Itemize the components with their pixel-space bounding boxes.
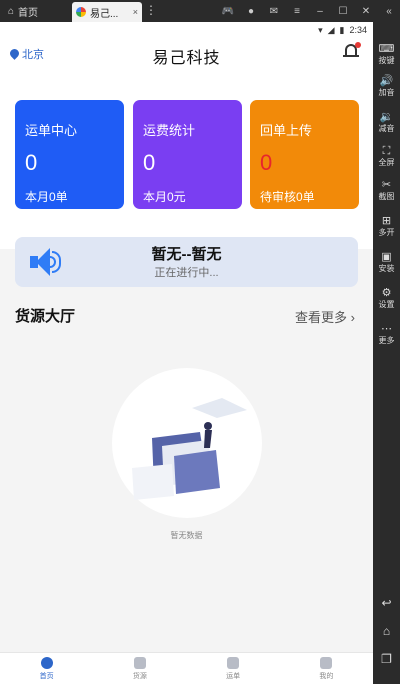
- sidebar-button-volume-down[interactable]: 🔉 减音: [373, 110, 400, 134]
- empty-state-text: 暂无数据: [170, 531, 203, 540]
- maximize-icon[interactable]: ☐: [336, 6, 350, 17]
- sidebar-label: 全屏: [378, 158, 395, 167]
- card-value: 0: [25, 150, 38, 175]
- scissors-icon: ✂: [381, 179, 392, 191]
- signal-icon: ◢: [327, 24, 335, 35]
- emulator-window-controls: 🎮 ● ✉ ≡ – ☐ ✕ «: [221, 0, 396, 22]
- recents-icon[interactable]: ❐: [373, 652, 400, 666]
- view-more-link[interactable]: 查看更多 ›: [295, 307, 355, 326]
- tab-label: 首页: [39, 673, 54, 680]
- announcement-subtitle: 正在进行中...: [154, 267, 219, 279]
- card-subtitle: 待审核0单: [260, 190, 315, 204]
- app-header: 北京 易己科技: [0, 38, 373, 80]
- close-tab-icon[interactable]: ×: [133, 7, 138, 17]
- profile-tab-icon: [320, 657, 333, 669]
- sidebar-label: 截图: [378, 192, 395, 201]
- phone-screen: ▾ ◢ ▮ 2:34 北京 易己科技 运单中心 0 本月0单 运费统计 0 本月…: [0, 22, 373, 684]
- more-icon: ⋯: [381, 323, 392, 335]
- card-title: 运单中心: [25, 123, 78, 138]
- sidebar-button-settings[interactable]: ⚙ 设置: [373, 286, 400, 310]
- card-title: 回单上传: [260, 123, 313, 138]
- sidebar-button-volume-up[interactable]: 🔊 加音: [373, 74, 400, 98]
- tab-home[interactable]: 首页: [0, 653, 93, 684]
- stats-area: 运单中心 0 本月0单 运费统计 0 本月0元 回单上传 0 待审核0单: [0, 80, 373, 249]
- menu-icon[interactable]: ≡: [290, 6, 304, 17]
- cargo-tab-icon: [133, 657, 146, 669]
- volume-down-icon: 🔉: [379, 111, 394, 123]
- card-subtitle: 本月0单: [25, 190, 68, 204]
- card-subtitle: 本月0元: [143, 190, 186, 204]
- sidebar-button-fullscreen[interactable]: ⛶ 全屏: [373, 144, 400, 168]
- home-nav-icon[interactable]: ⌂: [373, 624, 400, 638]
- view-more-label: 查看更多: [295, 310, 348, 325]
- card-value: 0: [143, 150, 156, 175]
- home-icon: ⌂: [8, 5, 15, 17]
- multi-open-icon: ⊞: [381, 215, 392, 227]
- minimize-icon[interactable]: –: [313, 6, 327, 17]
- page-title: 易己科技: [152, 50, 221, 67]
- notification-badge: [355, 42, 361, 48]
- back-icon[interactable]: ↩: [373, 596, 400, 610]
- keyboard-icon: ⌨: [378, 43, 395, 55]
- emulator-app-tab[interactable]: 易己... ×: [72, 2, 142, 22]
- tab-label: 我的: [319, 673, 334, 680]
- account-icon[interactable]: ●: [244, 6, 258, 17]
- announcement-bar[interactable]: 暂无--暂无 正在进行中...: [15, 237, 358, 287]
- sidebar-label: 设置: [378, 300, 395, 309]
- collapse-sidebar-icon[interactable]: «: [382, 6, 396, 17]
- apk-install-icon: ▣: [381, 251, 392, 263]
- home-tab-icon: [40, 657, 53, 669]
- tab-label: 运单: [226, 673, 241, 680]
- wifi-icon: ▾: [318, 24, 323, 35]
- sidebar-label: 按键: [378, 56, 395, 65]
- kebab-menu-icon[interactable]: ⋮: [145, 3, 157, 17]
- sidebar-button-scissors[interactable]: ✂ 截图: [373, 178, 400, 202]
- card-value: 0: [260, 150, 273, 175]
- sidebar-label: 加音: [378, 88, 395, 97]
- emulator-home-button[interactable]: ⌂ 首页: [0, 0, 46, 22]
- emulator-home-label: 首页: [18, 7, 39, 19]
- chevron-right-icon: ›: [350, 310, 355, 325]
- app-tab-icon: [76, 7, 86, 17]
- section-title: 货源大厅: [15, 308, 76, 325]
- status-time: 2:34: [349, 25, 367, 35]
- sidebar-label: 更多: [378, 336, 395, 345]
- card-freight-stats[interactable]: 运费统计 0 本月0元: [133, 100, 242, 209]
- settings-icon: ⚙: [381, 287, 392, 299]
- emulator-titlebar: ⌂ 首页 易己... × ⋮ 🎮 ● ✉ ≡ – ☐ ✕ «: [0, 0, 400, 22]
- emulator-tab-label: 易己...: [90, 8, 119, 20]
- announcement-title: 暂无--暂无: [151, 246, 222, 263]
- sidebar-button-multi-open[interactable]: ⊞ 多开: [373, 214, 400, 238]
- waybill-tab-icon: [227, 657, 240, 669]
- fullscreen-icon: ⛶: [382, 145, 391, 157]
- notification-bell-icon[interactable]: [343, 42, 361, 60]
- sidebar-button-apk-install[interactable]: ▣ 安装: [373, 250, 400, 274]
- gamepad-icon[interactable]: 🎮: [221, 6, 235, 17]
- card-waybill-center[interactable]: 运单中心 0 本月0单: [15, 100, 124, 209]
- sidebar-label: 多开: [378, 228, 395, 237]
- status-bar: ▾ ◢ ▮ 2:34: [0, 22, 373, 38]
- close-icon[interactable]: ✕: [359, 6, 373, 17]
- volume-up-icon: 🔊: [379, 75, 394, 87]
- sidebar-button-keyboard[interactable]: ⌨ 按键: [373, 42, 400, 66]
- card-receipt-upload[interactable]: 回单上传 0 待审核0单: [250, 100, 359, 209]
- tab-profile[interactable]: 我的: [280, 653, 373, 684]
- sidebar-label: 安装: [378, 264, 395, 273]
- bottom-tab-bar: 首页 货源 运单 我的: [0, 652, 373, 684]
- tab-label: 货源: [132, 673, 147, 680]
- empty-state-illustration: [112, 368, 262, 518]
- battery-icon: ▮: [339, 24, 345, 35]
- sidebar-button-more[interactable]: ⋯ 更多: [373, 322, 400, 346]
- sidebar-label: 减音: [378, 124, 395, 133]
- mail-icon[interactable]: ✉: [267, 6, 281, 17]
- tab-cargo[interactable]: 货源: [93, 653, 186, 684]
- emulator-sidebar: ⌨ 按键 🔊 加音 🔉 减音 ⛶ 全屏 ✂ 截图 ⊞ 多开 ▣ 安装 ⚙ 设置 ⋯ 更多 ↩ ⌂ ❐: [373, 22, 400, 684]
- card-title: 运费统计: [143, 123, 196, 138]
- tab-waybill[interactable]: 运单: [187, 653, 280, 684]
